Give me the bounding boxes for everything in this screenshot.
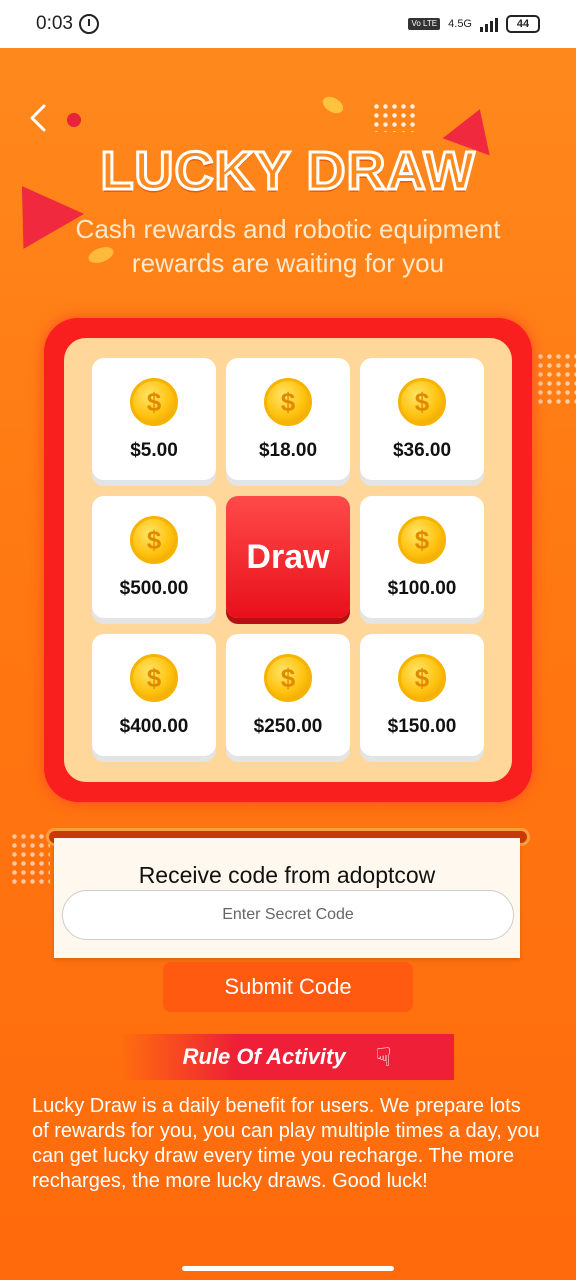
page-subtitle: Cash rewards and robotic equipment rewar… (75, 214, 501, 278)
coin-icon: $ (130, 378, 178, 426)
prize-amount: $5.00 (130, 440, 178, 461)
prize-grid: $ $5.00 $ $18.00 $ $36.00 $ $500.00 Draw… (64, 338, 512, 782)
rule-banner: Rule Of Activity ☟ (120, 1034, 454, 1080)
submit-code-button[interactable]: Submit Code (163, 962, 413, 1012)
decor-dots-right (536, 352, 576, 404)
prize-amount: $150.00 (387, 716, 457, 737)
coin-icon: $ (264, 378, 312, 426)
page-title: LUCKY DRAW (99, 140, 476, 203)
network-label: 4.5G (448, 18, 472, 30)
decor-coin (319, 93, 347, 117)
status-bar: 0:03 Vo LTE 4.5G 44 (0, 0, 576, 48)
code-card-title: Receive code from adoptcow (138, 862, 436, 888)
prize-cell: $ $100.00 (360, 496, 484, 618)
rule-title: Rule Of Activity (182, 1044, 346, 1069)
decor-dot (67, 113, 81, 127)
back-button[interactable] (26, 100, 56, 136)
prize-cell: $ $250.00 (226, 634, 350, 756)
coin-icon: $ (398, 378, 446, 426)
decor-dots-left (10, 832, 50, 884)
code-card: Receive code from adoptcow (54, 838, 520, 958)
home-indicator[interactable] (182, 1266, 394, 1271)
hand-pointer-icon: ☟ (375, 1041, 392, 1072)
status-time: 0:03 (36, 13, 73, 34)
prize-amount: $400.00 (119, 716, 189, 737)
alarm-icon (78, 14, 99, 34)
rules-text: Lucky Draw is a daily benefit for users.… (32, 1095, 540, 1192)
draw-button[interactable]: Draw (226, 496, 350, 618)
prize-amount: $500.00 (119, 578, 189, 599)
volte-icon: Vo LTE (408, 18, 441, 30)
prize-amount: $250.00 (253, 716, 323, 737)
prize-amount: $36.00 (392, 440, 452, 461)
coin-icon: $ (398, 654, 446, 702)
prize-cell: $ $150.00 (360, 634, 484, 756)
decor-dots (372, 102, 418, 132)
signal-icon (480, 16, 498, 32)
prize-board: $ $5.00 $ $18.00 $ $36.00 $ $500.00 Draw… (44, 318, 532, 802)
prize-cell: $ $36.00 (360, 358, 484, 480)
prize-cell: $ $400.00 (92, 634, 216, 756)
battery-icon: 44 (506, 15, 540, 33)
prize-cell: $ $5.00 (92, 358, 216, 480)
secret-code-input[interactable] (62, 890, 514, 940)
prize-cell: $ $18.00 (226, 358, 350, 480)
prize-amount: $100.00 (387, 578, 457, 599)
coin-icon: $ (130, 654, 178, 702)
prize-cell: $ $500.00 (92, 496, 216, 618)
coin-icon: $ (130, 516, 178, 564)
coin-icon: $ (264, 654, 312, 702)
prize-amount: $18.00 (258, 440, 318, 461)
coin-icon: $ (398, 516, 446, 564)
chevron-left-icon (30, 104, 46, 132)
